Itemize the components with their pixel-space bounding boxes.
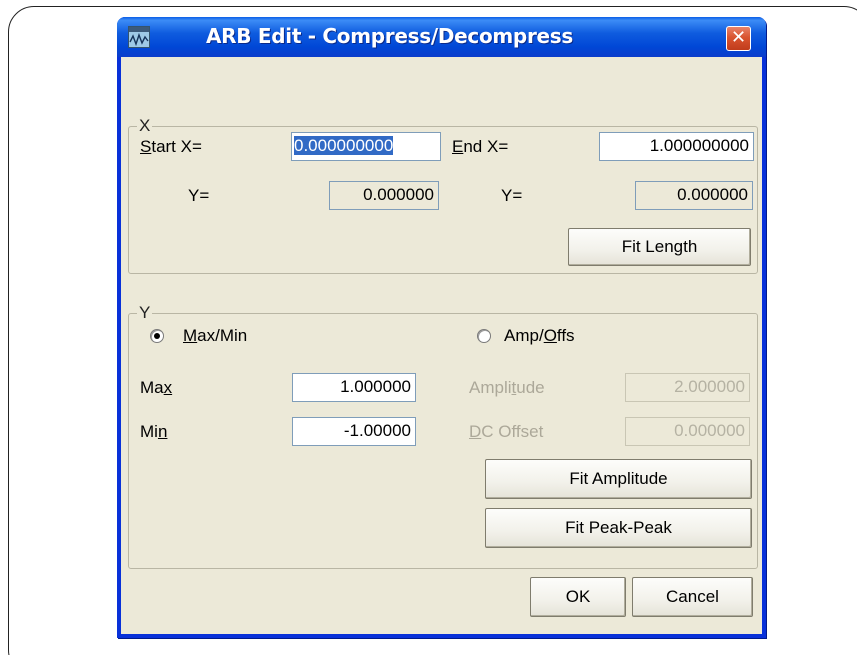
fit-peak-peak-label: Fit Peak-Peak bbox=[565, 518, 672, 537]
x-group-title: X bbox=[137, 116, 153, 136]
max-label: Max bbox=[140, 378, 173, 397]
fit-peak-peak-button[interactable]: Fit Peak-Peak bbox=[485, 508, 752, 548]
end-x-field[interactable]: 1.000000000 bbox=[599, 132, 754, 161]
amplitude-label: Amplitude bbox=[469, 378, 545, 397]
cancel-button[interactable]: Cancel bbox=[632, 577, 753, 617]
close-icon: ✕ bbox=[730, 27, 747, 48]
start-x-field[interactable]: 0.000000000 bbox=[291, 132, 441, 161]
arb-edit-dialog: ARB Edit - Compress/Decompress ✕ X Start… bbox=[117, 17, 766, 638]
min-label: Min bbox=[140, 422, 168, 441]
dialog-client-area: X Start X= 0.000000000 End X= 1.00000000… bbox=[121, 57, 762, 634]
close-button[interactable]: ✕ bbox=[726, 26, 751, 51]
fit-length-button[interactable]: Fit Length bbox=[568, 228, 751, 266]
fit-amplitude-label: Fit Amplitude bbox=[569, 469, 668, 488]
end-x-label: End X= bbox=[452, 137, 509, 156]
maxmin-radio[interactable] bbox=[150, 329, 164, 343]
fit-length-label: Fit Length bbox=[621, 237, 698, 256]
ok-label: OK bbox=[565, 587, 591, 606]
title-bar[interactable]: ARB Edit - Compress/Decompress ✕ bbox=[117, 17, 766, 57]
waveform-icon bbox=[128, 26, 150, 48]
ampoffs-radio-label[interactable]: Amp/Offs bbox=[504, 325, 575, 347]
start-y-label: Y= bbox=[188, 186, 210, 205]
max-field[interactable]: 1.000000 bbox=[292, 373, 416, 402]
fit-amplitude-button[interactable]: Fit Amplitude bbox=[485, 459, 752, 499]
radio-checked-dot bbox=[154, 333, 160, 339]
ampoffs-radio[interactable] bbox=[477, 329, 491, 343]
end-y-label: Y= bbox=[501, 186, 523, 205]
ok-button[interactable]: OK bbox=[530, 577, 626, 617]
start-y-field: 0.000000 bbox=[329, 181, 439, 210]
min-field[interactable]: -1.00000 bbox=[292, 417, 416, 446]
start-x-label: Start X= bbox=[140, 137, 202, 156]
amplitude-field: 2.000000 bbox=[625, 373, 750, 402]
window-title: ARB Edit - Compress/Decompress bbox=[206, 24, 573, 48]
cancel-label: Cancel bbox=[666, 587, 719, 606]
dc-offset-field: 0.000000 bbox=[625, 417, 750, 446]
maxmin-radio-label[interactable]: Max/Min bbox=[183, 325, 247, 347]
end-y-field: 0.000000 bbox=[635, 181, 753, 210]
y-group-title: Y bbox=[137, 303, 153, 323]
dc-offset-label: DC Offset bbox=[469, 422, 544, 441]
